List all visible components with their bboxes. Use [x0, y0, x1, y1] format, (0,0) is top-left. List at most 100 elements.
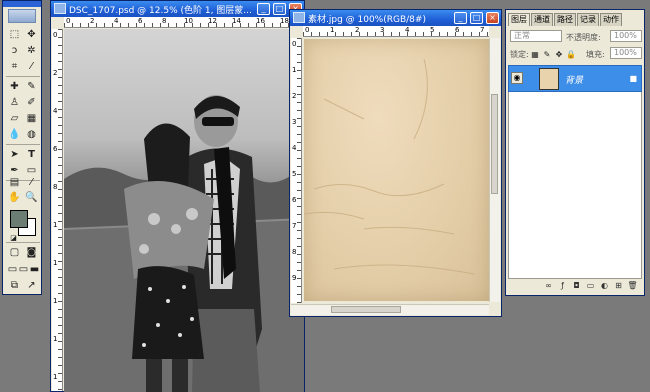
ruler-label: 10	[184, 17, 193, 25]
foreground-color-swatch[interactable]	[10, 210, 28, 228]
ruler-label: 1	[292, 66, 297, 74]
tab-channels[interactable]: 通道	[531, 13, 553, 26]
tab-layers[interactable]: 图层	[508, 13, 530, 26]
lasso-tool-icon[interactable]: ↄ	[7, 43, 22, 58]
tab-paths[interactable]: 路径	[554, 13, 576, 26]
ruler-label: 7	[480, 26, 485, 34]
adjustment-layer-icon[interactable]: ◐	[599, 280, 610, 291]
edit-in-imageready-icon[interactable]: ↗	[24, 278, 39, 293]
blend-mode-select[interactable]: 正常	[510, 30, 562, 42]
ruler-label: 0	[305, 26, 310, 34]
scrollbar-thumb[interactable]	[491, 94, 498, 194]
ruler-label: 7	[292, 222, 297, 230]
jump-to-imageready-icon[interactable]: ⧉	[7, 278, 22, 293]
healing-brush-tool-icon[interactable]: ✚	[7, 79, 22, 94]
horizontal-ruler: 0 2 4 6 8 10 12 14 16 18	[64, 17, 304, 28]
tools-palette: ⬚ ✥ ↄ ✲ ⌗ ⁄ ✚ ✎ ♙ ✐ ▱ ▦ 💧 ◍ ➤ T ✒ ▭ ▤ ⁄ …	[2, 0, 42, 295]
ruler-label: 2	[292, 92, 297, 100]
ruler-label: 6	[53, 145, 58, 153]
lock-pixels-icon[interactable]: ✎	[542, 47, 552, 62]
ruler-label: 14	[232, 17, 241, 25]
palette-grip[interactable]	[3, 1, 41, 7]
blur-tool-icon[interactable]: 💧	[7, 127, 22, 142]
brush-tool-icon[interactable]: ✎	[24, 79, 39, 94]
photo-window-title: DSC_1707.psd @ 12.5% (色阶 1, 图层蒙...	[69, 6, 252, 16]
ruler-label: 2	[355, 26, 360, 34]
ruler-label: 2	[53, 69, 58, 77]
visibility-eye-icon[interactable]: ◉	[511, 72, 523, 84]
new-layer-icon[interactable]: ⊞	[613, 280, 624, 291]
history-brush-tool-icon[interactable]: ✐	[24, 95, 39, 110]
link-layers-icon[interactable]: ∞	[543, 280, 554, 291]
clone-stamp-tool-icon[interactable]: ♙	[7, 95, 22, 110]
crumpled-paper-texture	[303, 58, 475, 275]
photo-canvas[interactable]	[64, 29, 304, 392]
scrollbar-thumb[interactable]	[331, 306, 401, 313]
paper-document-window: 素材.jpg @ 100%(RGB/8#) _ □ × 0 1 2 3 4 5 …	[289, 9, 502, 317]
default-colors-icon[interactable]: ◪	[6, 231, 21, 246]
slice-tool-icon[interactable]: ⁄	[24, 59, 39, 74]
quick-mask-mode-icon[interactable]: ◙	[24, 245, 39, 260]
tab-actions[interactable]: 动作	[600, 13, 622, 26]
ruler-label: 0	[292, 40, 297, 48]
document-icon	[54, 3, 66, 14]
layer-row-background[interactable]: ◉ 背景 ■	[508, 65, 642, 92]
maximize-button[interactable]: □	[273, 3, 286, 15]
minimize-button[interactable]: _	[257, 3, 270, 15]
tools-divider	[6, 242, 40, 243]
layer-name: 背景	[565, 76, 584, 86]
ruler-label: 3	[380, 26, 385, 34]
vertical-scrollbar[interactable]	[489, 38, 500, 302]
horizontal-ruler: 0 1 2 3 4 5 6 7	[303, 26, 489, 37]
layers-panel: 图层 通道 路径 记录 动作 正常 不透明度: 100% 锁定: ▦ ✎ ✥ 🔒…	[505, 9, 645, 296]
layers-footer: ∞ ƒ ◘ ▭ ◐ ⊞ 🗑	[508, 280, 642, 293]
ruler-label: 4	[405, 26, 410, 34]
eraser-tool-icon[interactable]: ▱	[7, 111, 22, 126]
horizontal-scrollbar[interactable]	[291, 304, 489, 315]
opacity-label: 不透明度:	[566, 33, 601, 42]
lock-all-icon[interactable]: 🔒	[566, 47, 576, 62]
paper-texture-canvas[interactable]	[303, 39, 490, 301]
move-tool-icon[interactable]: ✥	[24, 27, 39, 42]
lock-position-icon[interactable]: ✥	[554, 47, 564, 62]
new-group-icon[interactable]: ▭	[585, 280, 596, 291]
ruler-label: 1	[53, 259, 58, 267]
photoshop-feather-logo	[8, 9, 36, 23]
standard-mode-icon[interactable]: ▢	[7, 245, 22, 260]
path-select-tool-icon[interactable]: ➤	[7, 147, 22, 162]
close-button[interactable]: ×	[486, 12, 499, 24]
fill-label: 填充:	[586, 50, 605, 59]
crop-tool-icon[interactable]: ⌗	[7, 59, 22, 74]
ruler-label: 4	[292, 144, 297, 152]
ruler-label: 2	[90, 17, 95, 25]
dodge-tool-icon[interactable]: ◍	[24, 127, 39, 142]
couple-photo	[64, 95, 304, 392]
screen-mode-full-icon[interactable]: ▬	[27, 262, 42, 277]
delete-layer-icon[interactable]: 🗑	[627, 280, 638, 291]
minimize-button[interactable]: _	[454, 12, 467, 24]
marquee-tool-icon[interactable]: ⬚	[7, 27, 22, 42]
layer-style-icon[interactable]: ƒ	[557, 280, 568, 291]
panel-tabs: 图层 通道 路径 记录 动作	[508, 13, 642, 26]
eyedropper-tool-icon[interactable]: ⁄	[24, 175, 39, 190]
layer-thumbnail	[539, 68, 559, 90]
tab-history[interactable]: 记录	[577, 13, 599, 26]
hand-tool-icon[interactable]: ✋	[7, 190, 22, 205]
ruler-label: 1	[53, 335, 58, 343]
gradient-tool-icon[interactable]: ▦	[24, 111, 39, 126]
magic-wand-tool-icon[interactable]: ✲	[24, 43, 39, 58]
paper-window-titlebar[interactable]: 素材.jpg @ 100%(RGB/8#) _ □ ×	[290, 10, 501, 26]
fill-field[interactable]: 100%	[610, 47, 642, 59]
layer-mask-icon[interactable]: ◘	[571, 280, 582, 291]
photo-window-titlebar[interactable]: DSC_1707.psd @ 12.5% (色阶 1, 图层蒙... _ □ ×	[51, 1, 304, 17]
notes-tool-icon[interactable]: ▤	[7, 175, 22, 190]
tools-divider	[6, 76, 40, 77]
tools-divider	[6, 144, 40, 145]
type-tool-icon[interactable]: T	[24, 147, 39, 162]
opacity-field[interactable]: 100%	[610, 30, 642, 42]
maximize-button[interactable]: □	[470, 12, 483, 24]
ruler-label: 0	[53, 31, 58, 39]
lock-transparency-icon[interactable]: ▦	[530, 47, 540, 62]
ruler-label: 3	[292, 118, 297, 126]
zoom-tool-icon[interactable]: 🔍	[24, 190, 39, 205]
